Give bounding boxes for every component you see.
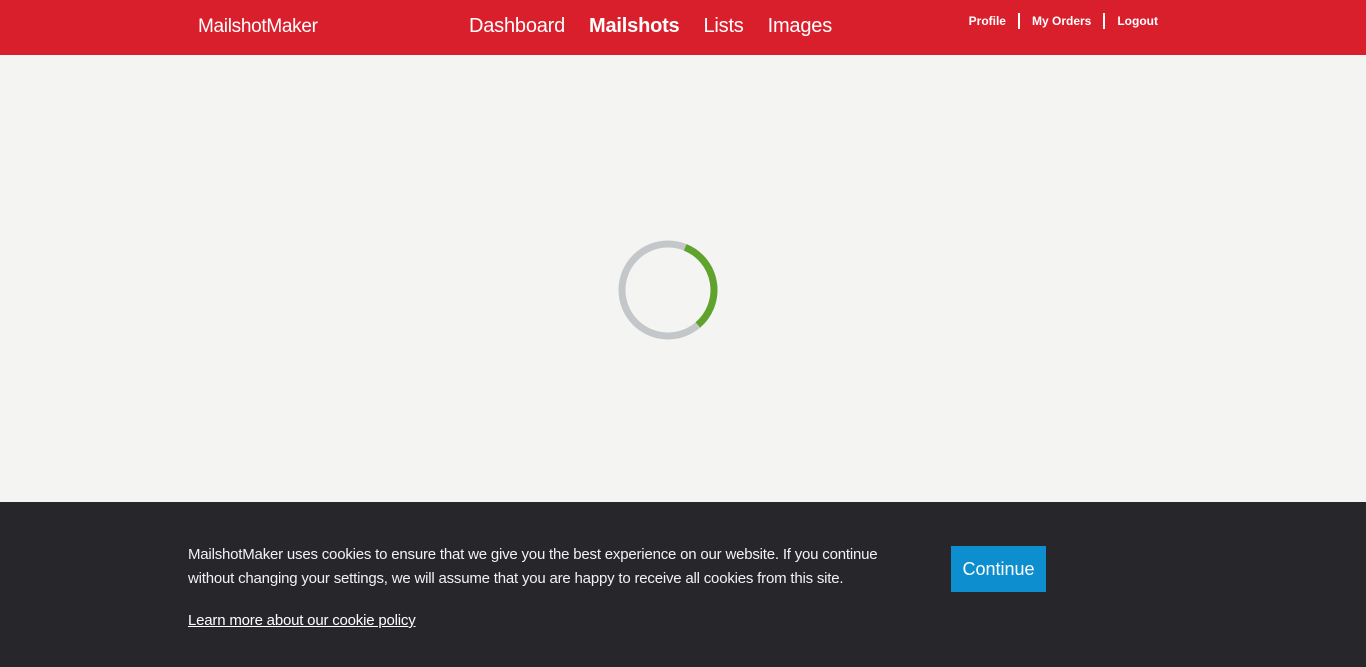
nav-images[interactable]: Images <box>768 15 833 38</box>
cookie-message: MailshotMaker uses cookies to ensure tha… <box>188 546 878 587</box>
logo-suffix: Maker <box>266 16 318 37</box>
main-nav: Dashboard Mailshots Lists Images <box>469 15 832 38</box>
cookie-policy-link[interactable]: Learn more about our cookie policy <box>188 612 416 629</box>
cookie-banner: MailshotMaker uses cookies to ensure tha… <box>0 502 1366 667</box>
my-orders-link[interactable]: My Orders <box>1020 14 1103 29</box>
top-header: MailshotMaker Dashboard Mailshots Lists … <box>0 0 1366 55</box>
nav-lists[interactable]: Lists <box>703 15 743 38</box>
nav-dashboard[interactable]: Dashboard <box>469 15 565 38</box>
continue-button[interactable]: Continue <box>951 546 1046 592</box>
logout-link[interactable]: Logout <box>1105 14 1158 29</box>
loading-spinner-icon <box>618 240 718 340</box>
logo-prefix: Mailshot <box>198 16 267 37</box>
profile-link[interactable]: Profile <box>957 14 1018 29</box>
spinner-progress <box>683 244 718 328</box>
account-nav: Profile My Orders Logout <box>957 13 1158 29</box>
logo[interactable]: MailshotMaker <box>198 16 318 38</box>
nav-mailshots[interactable]: Mailshots <box>589 15 680 38</box>
